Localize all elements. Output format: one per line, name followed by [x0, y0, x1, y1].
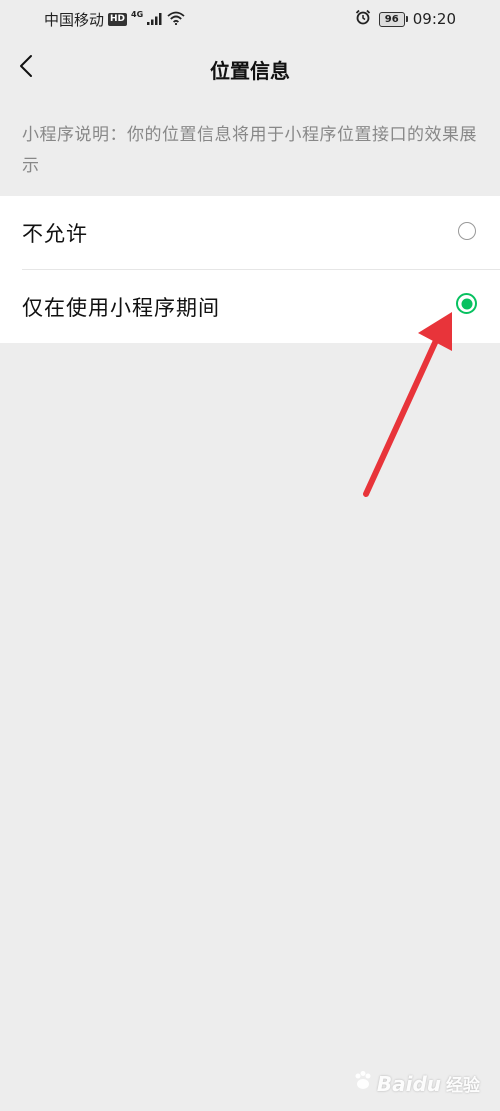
- status-time: 09:20: [412, 10, 456, 28]
- status-left: 中国移动 HD 4G: [44, 9, 185, 30]
- paw-logo-icon: [352, 1070, 374, 1097]
- network-type: 4G: [131, 10, 144, 19]
- alarm-icon: [355, 9, 371, 29]
- wifi-icon: [167, 11, 185, 29]
- baidu-watermark: Baidu 经验: [352, 1070, 480, 1097]
- radio-unchecked[interactable]: [458, 222, 476, 240]
- option-label: 不允许: [22, 222, 88, 246]
- option-label: 仅在使用小程序期间: [22, 296, 220, 320]
- battery-icon: 96: [378, 11, 408, 27]
- hd-badge: HD: [108, 13, 128, 26]
- nav-bar: 位置信息: [0, 38, 500, 100]
- mini-program-description: 小程序说明：你的位置信息将用于小程序位置接口的效果展示: [22, 125, 477, 176]
- page-title: 位置信息: [210, 59, 290, 83]
- signal-icon: [147, 11, 163, 29]
- radio-checked[interactable]: [456, 293, 477, 314]
- option-deny[interactable]: 不允许: [0, 196, 500, 270]
- location-permission-options: 不允许 仅在使用小程序期间: [0, 196, 500, 343]
- status-right: 96 09:20: [355, 9, 456, 29]
- watermark-sub: 经验: [446, 1076, 480, 1096]
- carrier-name: 中国移动: [44, 11, 105, 29]
- option-while-using[interactable]: 仅在使用小程序期间: [0, 270, 500, 343]
- status-bar: 中国移动 HD 4G 96 09:20: [0, 0, 500, 38]
- watermark-brand: Baidu: [376, 1071, 441, 1096]
